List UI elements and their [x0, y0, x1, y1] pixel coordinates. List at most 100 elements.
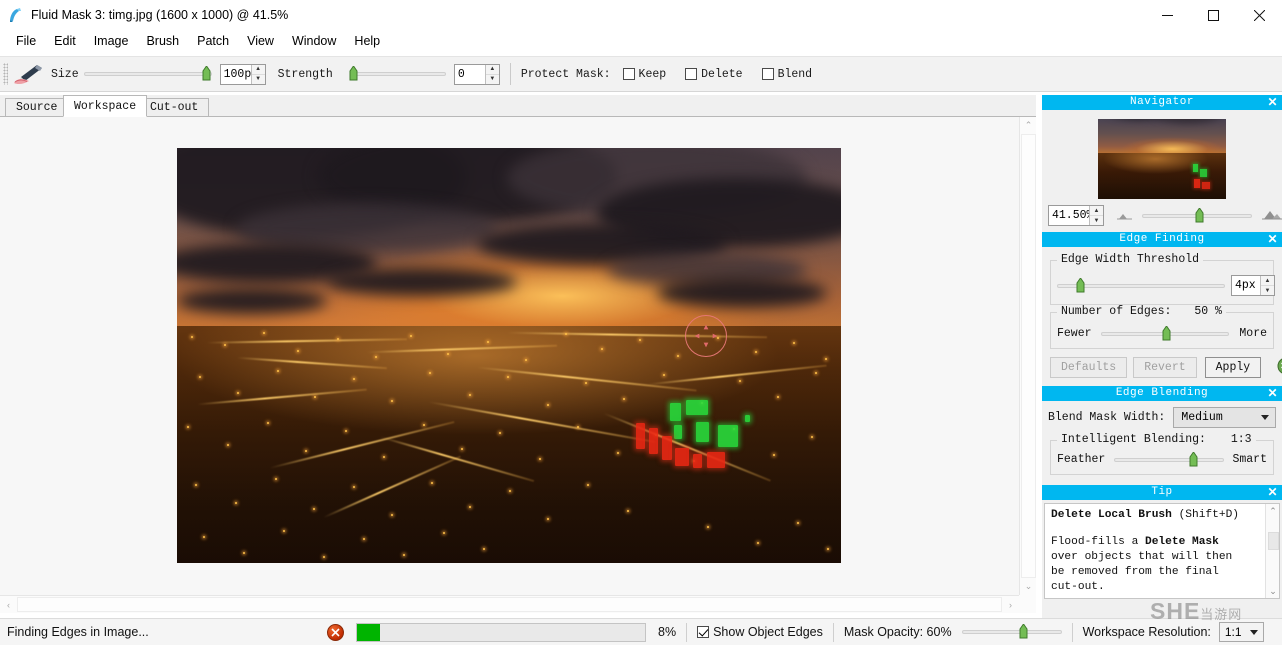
workspace-canvas[interactable] [0, 117, 1036, 595]
canvas-vertical-scrollbar[interactable]: ⌃ ⌄ [1019, 117, 1036, 595]
strength-spinner-down[interactable]: ▼ [486, 75, 499, 84]
edge-width-input[interactable]: 4px ▲ ▼ [1231, 275, 1275, 296]
intelligent-blending-slider-thumb[interactable] [1189, 451, 1198, 467]
canvas-horizontal-scrollbar[interactable]: ‹ › [0, 595, 1019, 613]
navigator-zoom-slider-thumb[interactable] [1195, 207, 1204, 223]
chevron-down-icon[interactable] [1249, 629, 1258, 635]
right-docked-panels: Navigator ✕ 41.50% ▲ ▼ [1042, 95, 1282, 618]
vertical-scroll-trough[interactable] [1021, 134, 1036, 578]
edge-width-spinner-down[interactable]: ▼ [1261, 286, 1274, 295]
number-of-edges-slider-thumb[interactable] [1162, 325, 1171, 341]
navigator-close-icon[interactable]: ✕ [1267, 95, 1278, 110]
apply-button[interactable]: Apply [1204, 357, 1262, 378]
minimize-button[interactable] [1144, 0, 1190, 30]
protect-blend-checkbox[interactable] [761, 68, 774, 80]
navigator-zoom-spinner[interactable]: ▲ ▼ [1089, 206, 1103, 225]
mask-opacity-label: Mask Opacity: 60% [843, 625, 952, 639]
menu-item-window[interactable]: Window [283, 31, 345, 51]
protect-keep-checkbox[interactable] [622, 68, 635, 80]
red-lit-window [693, 454, 702, 468]
strength-spinner-up[interactable]: ▲ [485, 65, 499, 75]
scroll-down-icon[interactable]: ⌄ [1020, 578, 1037, 595]
show-object-edges-checkbox[interactable] [697, 626, 710, 638]
maximize-button[interactable] [1190, 0, 1236, 30]
menu-item-image[interactable]: Image [85, 31, 138, 51]
edge-blending-close-icon[interactable]: ✕ [1267, 386, 1278, 401]
tab-cut-out[interactable]: Cut-out [139, 98, 210, 117]
scroll-up-icon[interactable]: ⌃ [1020, 117, 1037, 134]
strength-input[interactable]: 0 ▲ ▼ [453, 63, 500, 85]
protect-delete-checkbox-row[interactable]: Delete [685, 68, 747, 81]
toolbar-drag-handle[interactable] [3, 63, 8, 85]
edge-width-value[interactable]: 4px [1232, 276, 1260, 295]
strength-slider-track[interactable] [349, 66, 446, 81]
blend-mask-width-value: Medium [1181, 411, 1223, 424]
size-spinner-down[interactable]: ▼ [252, 75, 265, 84]
edge-width-threshold-label: Edge Width Threshold [1057, 253, 1204, 266]
brush-tool-icon[interactable] [11, 62, 45, 86]
edge-width-slider-track[interactable] [1057, 277, 1225, 292]
defaults-button[interactable]: Defaults [1050, 357, 1128, 378]
protect-keep-checkbox-row[interactable]: Keep [622, 68, 672, 81]
mask-opacity-slider-thumb[interactable] [1019, 624, 1028, 639]
navigator-zoom-value[interactable]: 41.50% [1049, 206, 1089, 225]
night-cityscape-photo[interactable] [177, 148, 841, 563]
protect-blend-checkbox-row[interactable]: Blend [761, 68, 818, 81]
tip-scroll-up-icon[interactable]: ⌃ [1266, 504, 1279, 518]
edge-finding-close-icon[interactable]: ✕ [1267, 232, 1278, 247]
size-spinner[interactable]: ▲ ▼ [250, 64, 265, 84]
workspace-resolution-select[interactable]: 1:1 [1218, 622, 1264, 642]
fluid-mask-application-window: Fluid Mask 3: timg.jpg (1600 x 1000) @ 4… [0, 0, 1282, 645]
close-button[interactable] [1236, 0, 1282, 30]
revert-button[interactable]: Revert [1133, 357, 1197, 378]
status-separator-1 [686, 622, 688, 642]
protect-delete-checkbox[interactable] [685, 68, 698, 80]
tab-workspace[interactable]: Workspace [63, 95, 148, 117]
edge-width-spinner[interactable]: ▲ ▼ [1260, 276, 1274, 295]
strength-slider-thumb[interactable] [349, 66, 358, 81]
navigator-zoom-down[interactable]: ▼ [1090, 216, 1103, 225]
size-input[interactable]: 100p ▲ ▼ [219, 63, 266, 85]
menu-bar: File Edit Image Brush Patch View Window … [0, 30, 1282, 52]
cancel-operation-button[interactable] [327, 623, 344, 641]
navigator-zoom-row: 41.50% ▲ ▼ [1048, 205, 1282, 226]
intelligent-blending-slider-track[interactable] [1113, 451, 1224, 466]
scroll-left-icon[interactable]: ‹ [0, 596, 17, 614]
tip-scroll-down-icon[interactable]: ⌄ [1266, 584, 1279, 598]
fewer-label: Fewer [1057, 327, 1092, 340]
edge-blending-panel-header: Edge Blending ✕ [1042, 386, 1282, 401]
scroll-right-icon[interactable]: › [1002, 596, 1019, 614]
tip-scrollbar[interactable]: ⌃ ⌄ [1265, 504, 1279, 598]
size-slider-track[interactable] [83, 66, 212, 81]
edge-width-spinner-up[interactable]: ▲ [1261, 276, 1274, 286]
menu-item-help[interactable]: Help [345, 31, 389, 51]
navigator-thumbnail[interactable] [1098, 119, 1226, 199]
menu-item-brush[interactable]: Brush [137, 31, 188, 51]
size-spinner-up[interactable]: ▲ [251, 65, 265, 75]
small-mountain-icon[interactable] [1116, 209, 1132, 223]
number-of-edges-slider-track[interactable] [1101, 325, 1230, 340]
menu-item-file[interactable]: File [7, 31, 45, 51]
strength-value[interactable]: 0 [455, 65, 485, 84]
mask-opacity-slider-track[interactable] [961, 624, 1062, 639]
double-chevron-down-icon[interactable] [1277, 357, 1282, 378]
chevron-down-icon[interactable] [1261, 415, 1269, 420]
size-slider-thumb[interactable] [202, 66, 211, 81]
navigator-zoom-input[interactable]: 41.50% ▲ ▼ [1048, 205, 1104, 226]
strength-spinner[interactable]: ▲ ▼ [484, 64, 499, 84]
large-mountain-icon[interactable] [1262, 208, 1282, 223]
tab-source[interactable]: Source [5, 98, 69, 117]
edge-blending-panel-title: Edge Blending [1115, 387, 1209, 399]
menu-item-edit[interactable]: Edit [45, 31, 85, 51]
navigator-panel-body: 41.50% ▲ ▼ [1042, 110, 1282, 232]
horizontal-scroll-trough[interactable] [17, 597, 1002, 612]
edge-width-slider-thumb[interactable] [1076, 277, 1085, 293]
size-value[interactable]: 100p [221, 65, 251, 84]
blend-mask-width-select[interactable]: Medium [1173, 407, 1276, 428]
menu-item-patch[interactable]: Patch [188, 31, 238, 51]
navigator-zoom-slider-track[interactable] [1142, 207, 1252, 222]
tip-close-icon[interactable]: ✕ [1267, 485, 1278, 500]
tip-scroll-thumb[interactable] [1268, 532, 1279, 550]
menu-item-view[interactable]: View [238, 31, 283, 51]
navigator-zoom-up[interactable]: ▲ [1090, 206, 1103, 216]
